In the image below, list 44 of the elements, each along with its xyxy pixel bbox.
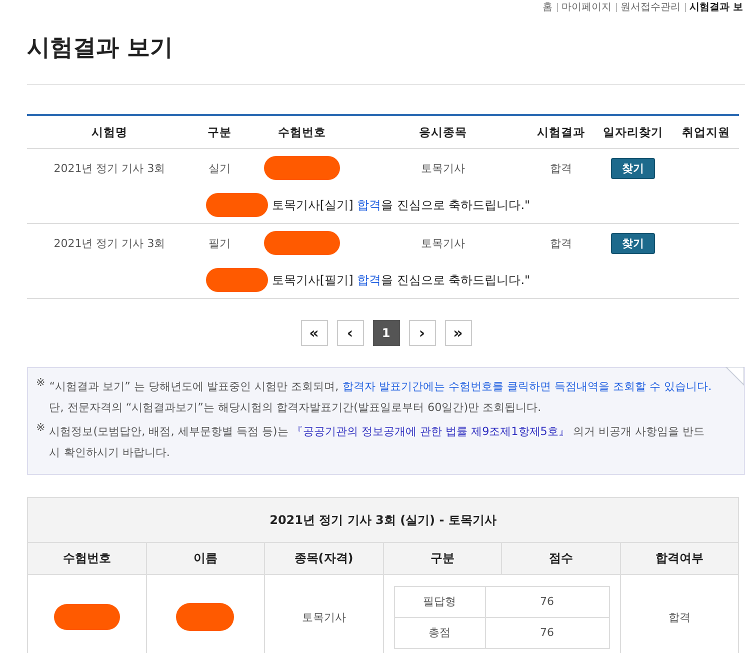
pagination-button[interactable]: ›	[408, 320, 436, 346]
breadcrumb-link[interactable]: 원서접수관리	[620, 0, 681, 14]
column-header: 시험명	[27, 115, 192, 148]
column-header: 이름	[146, 542, 264, 574]
note-mark: ※	[36, 421, 46, 436]
column-header: 종목(자격)	[264, 542, 383, 574]
pagination-button[interactable]: 1	[372, 320, 400, 346]
pagination-button[interactable]: «	[300, 320, 328, 346]
column-header: 구분	[383, 542, 502, 574]
congratulation-message: 토목기사[실기] 합격을 진심으로 축하드립니다."	[272, 196, 530, 214]
table-cell: 총점	[394, 617, 485, 648]
table-cell: 76	[485, 617, 609, 648]
table-cell: 2021년 정기 기사 3회	[27, 148, 192, 187]
congratulation-message: 토목기사[필기] 합격을 진심으로 축하드립니다."	[272, 272, 530, 288]
column-header: 수험번호	[28, 542, 146, 574]
column-header: 수험번호	[247, 115, 357, 148]
table-cell: 합격	[529, 148, 593, 187]
column-header: 일자리찾기	[593, 115, 673, 148]
page-title: 시험결과 보기	[27, 34, 174, 63]
column-header: 점수	[502, 542, 620, 574]
note-mark: ※	[36, 376, 46, 391]
table-cell: 필답형	[394, 586, 485, 617]
breadcrumb-link[interactable]: 홈	[542, 0, 553, 14]
table-cell: 필기	[192, 224, 247, 262]
table-cell: 2021년 정기 기사 3회	[27, 224, 192, 262]
pagination-button[interactable]: ‹	[336, 320, 364, 346]
table-cell: 토목기사	[357, 148, 529, 187]
notice-text: “시험결과 보기” 는 당해년도에 발표중인 시험만 조회되며, 합격자 발표기간에는 수험번호를 클릭하면 득점내역을 조회할 수 있습니다. 단, 전문자격의 “시험결과보기”는 해당시험의 합격자발표기간(발표일로부터 60일간)만 조회됩니다.	[49, 379, 713, 416]
pagination-button[interactable]: »	[444, 320, 472, 346]
column-header: 응시종목	[357, 115, 529, 148]
find-button[interactable]: 찾기	[611, 158, 655, 178]
column-header: 취업지원	[673, 115, 739, 148]
table-cell: 76	[485, 586, 609, 617]
find-button[interactable]: 찾기	[611, 232, 655, 254]
table-cell: 실기	[192, 148, 247, 187]
table-cell: 합격	[529, 224, 593, 262]
column-header: 합격여부	[620, 542, 738, 574]
table-caption: 2021년 정기 기사 3회 (실기) - 토목기사	[28, 498, 738, 542]
column-header: 시험결과	[529, 115, 593, 148]
column-header: 구분	[192, 115, 247, 148]
breadcrumb-link[interactable]: 마이페이지	[562, 0, 612, 14]
notice-text: 시험정보(모범답안, 배점, 세부문항별 득점 등)는 『공공기관의 정보공개에 관한 법률 제9조제1항제5호』 의거 비공개 사항임을 반드시 확인하시기 바랍니다.	[49, 424, 706, 461]
table-cell: 토목기사	[357, 224, 529, 262]
breadcrumb-link[interactable]: 시험결과 보	[690, 0, 743, 14]
